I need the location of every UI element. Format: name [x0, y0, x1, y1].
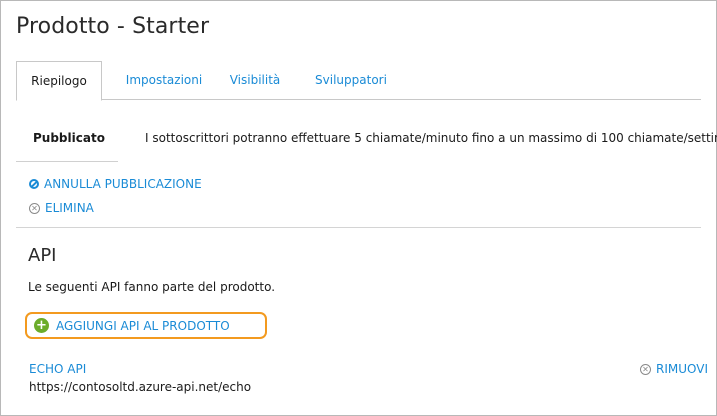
api-section-title: API	[28, 245, 57, 266]
close-circle-icon: ✕	[29, 202, 40, 214]
unpublish-label: ANNULLA PUBBLICAZIONE	[44, 177, 202, 191]
section-divider	[16, 227, 701, 228]
status-underline	[16, 161, 118, 162]
delete-button[interactable]: ✕ ELIMINA	[29, 201, 94, 215]
tab-sviluppatori[interactable]: Sviluppatori	[306, 61, 396, 99]
api-item-name[interactable]: ECHO API	[29, 362, 86, 376]
add-api-label: AGGIUNGI API AL PRODOTTO	[56, 318, 230, 333]
status-label: Pubblicato	[33, 131, 105, 145]
status-description: I sottoscrittori potranno effettuare 5 c…	[145, 131, 717, 145]
delete-label: ELIMINA	[45, 201, 94, 215]
add-api-button[interactable]: + AGGIUNGI API AL PRODOTTO	[25, 312, 267, 339]
tab-visibilita[interactable]: Visibilità	[222, 61, 288, 99]
ban-icon	[29, 179, 39, 189]
api-section-description: Le seguenti API fanno parte del prodotto…	[28, 280, 276, 294]
close-circle-icon: ✕	[640, 363, 651, 375]
tab-impostazioni[interactable]: Impostazioni	[118, 61, 210, 99]
remove-api-button[interactable]: ✕ RIMUOVI	[640, 362, 708, 376]
tabs-divider	[16, 99, 701, 100]
page-title: Prodotto - Starter	[16, 14, 210, 39]
remove-label: RIMUOVI	[656, 362, 708, 376]
api-item-url: https://contosoltd.azure-api.net/echo	[29, 380, 252, 394]
plus-circle-icon: +	[34, 318, 49, 333]
tab-riepilogo[interactable]: Riepilogo	[16, 61, 102, 101]
unpublish-button[interactable]: ANNULLA PUBBLICAZIONE	[29, 177, 202, 191]
